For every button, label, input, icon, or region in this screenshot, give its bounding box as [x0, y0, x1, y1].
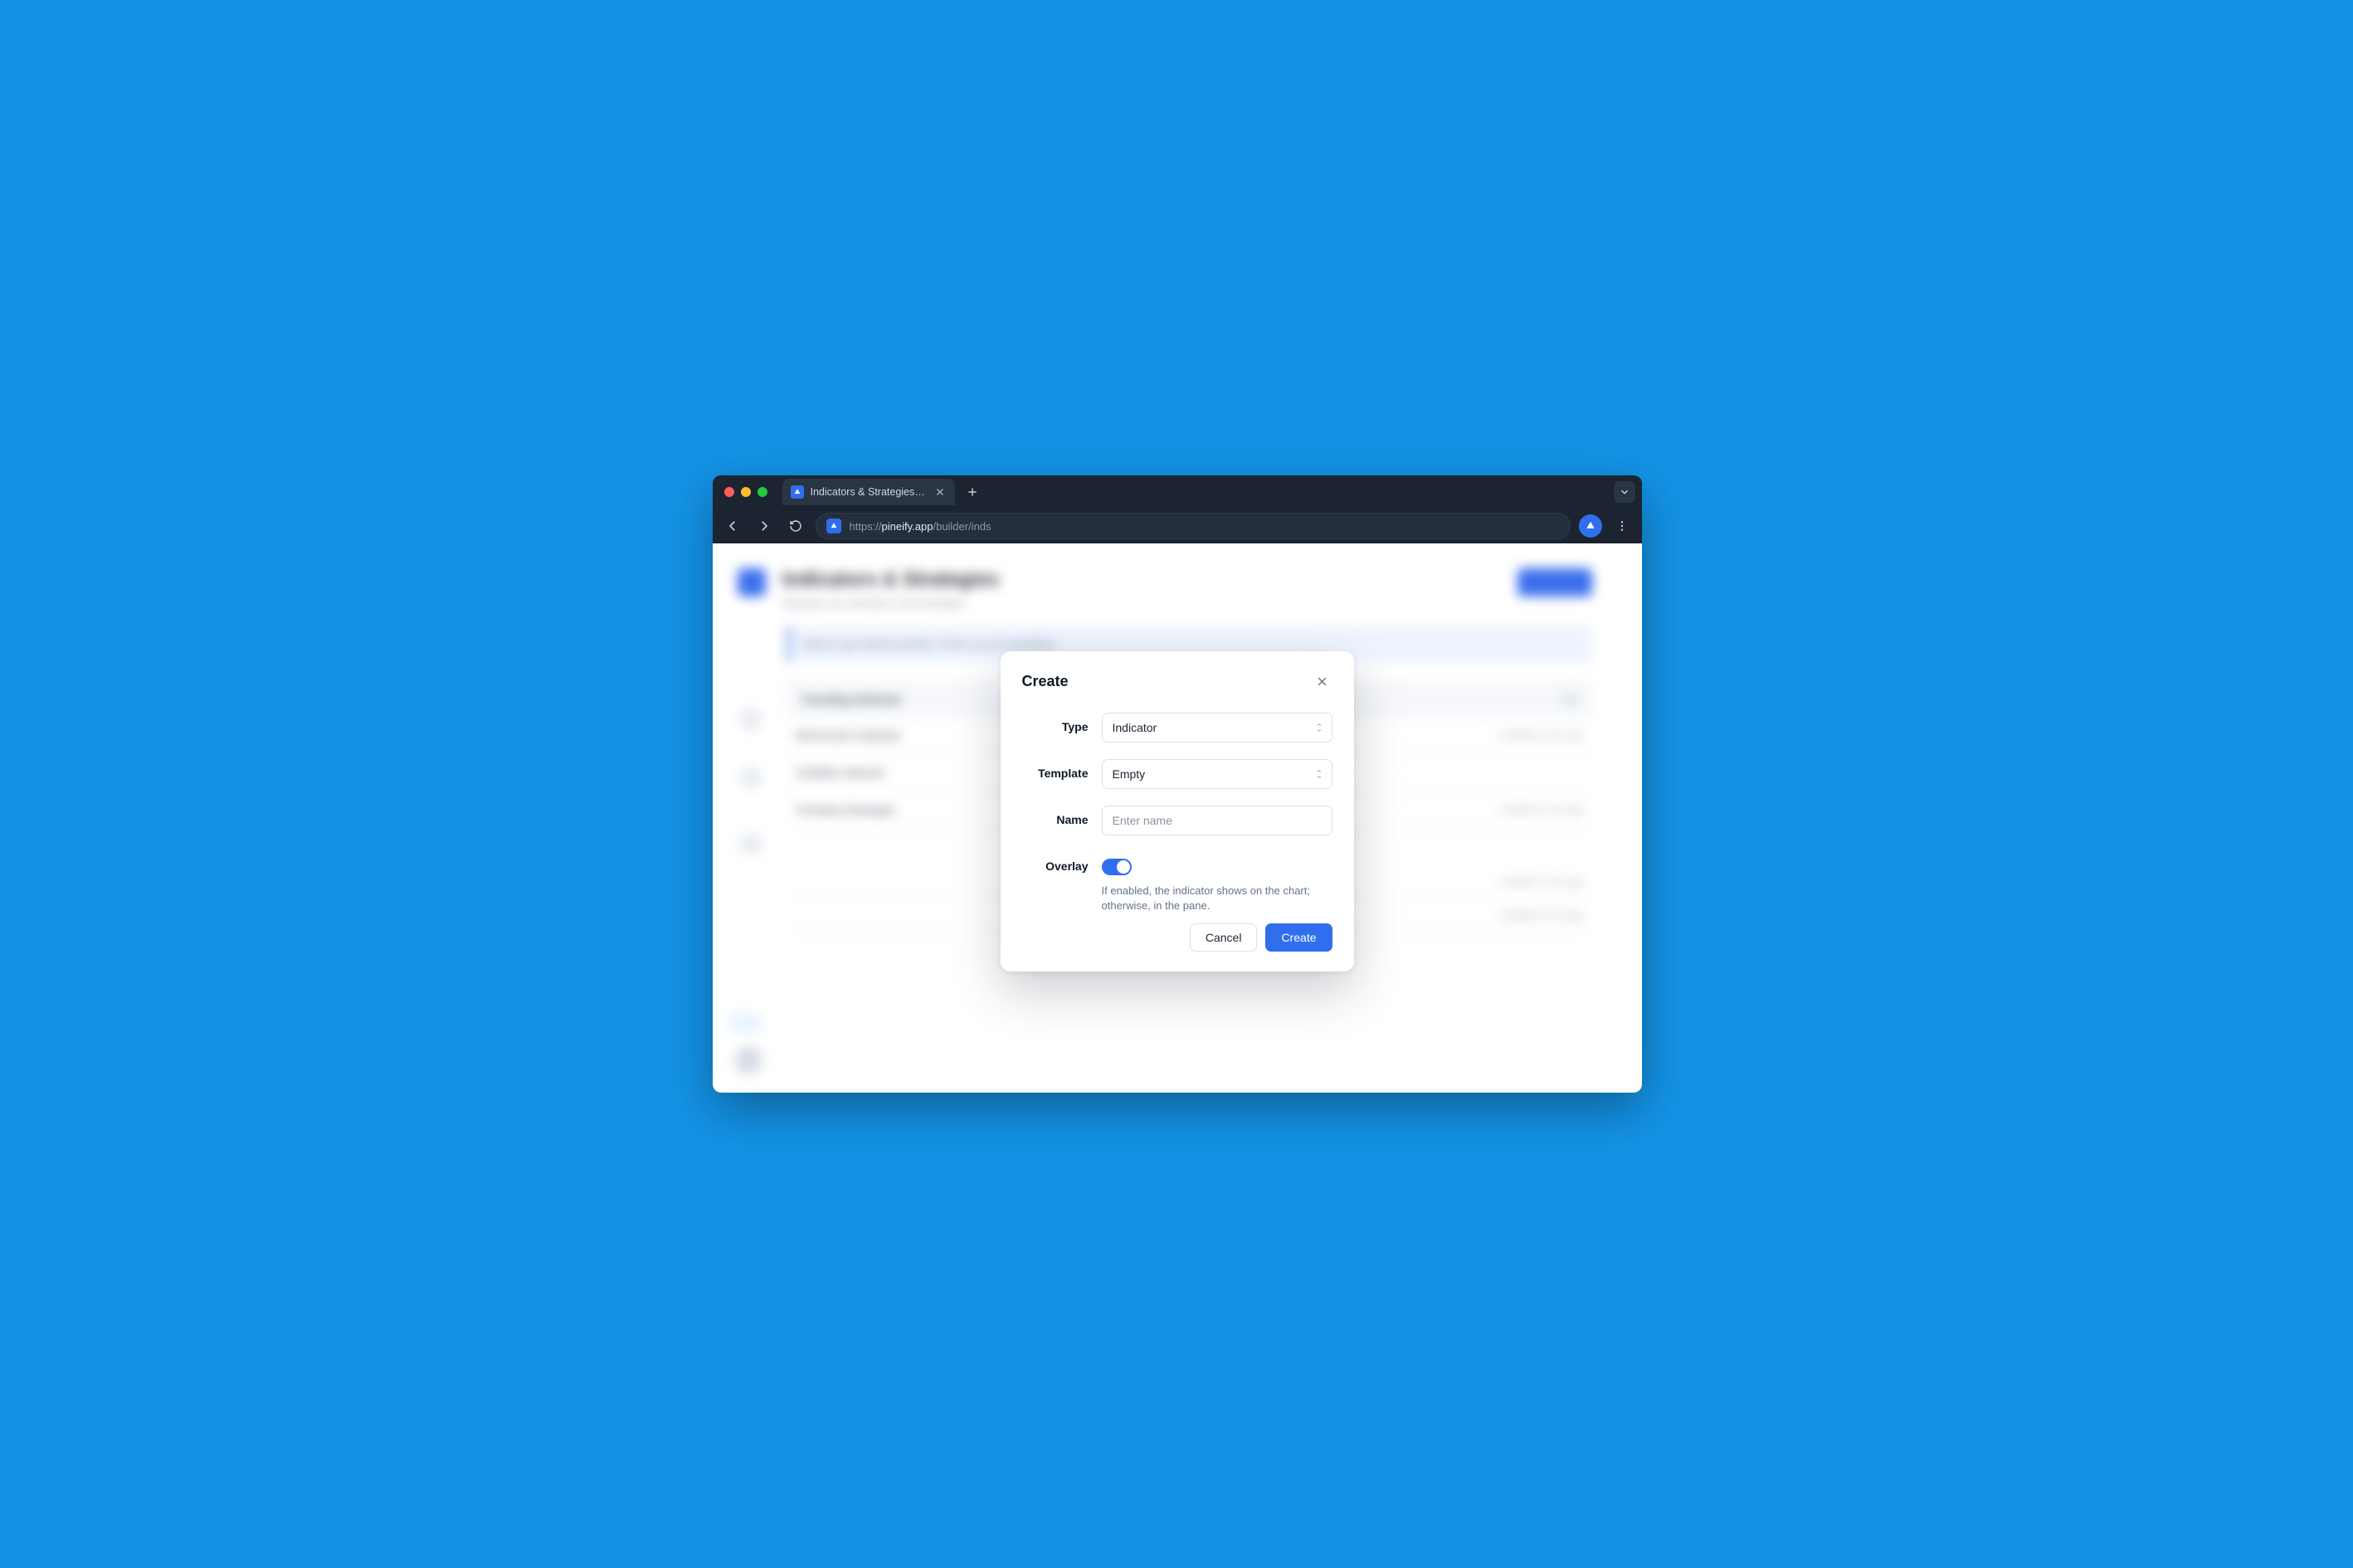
- overlay-toggle[interactable]: [1102, 859, 1132, 875]
- page-viewport: Indicators & Strategies Manage your indi…: [713, 543, 1642, 1093]
- extension-icon[interactable]: [1579, 514, 1602, 538]
- toggle-knob: [1117, 860, 1130, 874]
- user-avatar: [734, 1046, 762, 1074]
- type-select-value: Indicator: [1113, 721, 1157, 734]
- back-button[interactable]: [721, 514, 744, 538]
- overlay-help-text: If enabled, the indicator shows on the c…: [1102, 884, 1332, 913]
- forward-button[interactable]: [753, 514, 776, 538]
- page-subtitle: Manage your indicators and strategies.: [782, 597, 999, 609]
- overlay-label: Overlay: [1022, 852, 1089, 873]
- browser-menu-button[interactable]: [1610, 514, 1634, 538]
- plan-badge: [731, 1015, 761, 1031]
- name-input[interactable]: [1102, 806, 1332, 835]
- select-arrows-icon: [1315, 722, 1323, 733]
- type-label: Type: [1022, 713, 1089, 733]
- address-bar[interactable]: https://pineify.app/builder/inds: [816, 513, 1571, 539]
- type-select[interactable]: Indicator: [1102, 713, 1332, 743]
- browser-toolbar: https://pineify.app/builder/inds: [713, 509, 1642, 543]
- create-button-bg: [1518, 568, 1592, 597]
- browser-window: Indicators & Strategies | Pineify: [713, 475, 1642, 1093]
- reload-button[interactable]: [784, 514, 807, 538]
- window-close-button[interactable]: [724, 487, 734, 497]
- tab-close-button[interactable]: [933, 485, 947, 499]
- template-select-value: Empty: [1113, 767, 1146, 781]
- tab-strip: Indicators & Strategies | Pineify: [713, 475, 1642, 509]
- create-button[interactable]: Create: [1265, 923, 1332, 952]
- url-text: https://pineify.app/builder/inds: [850, 520, 991, 533]
- app-logo-icon: [738, 568, 766, 597]
- template-label: Template: [1022, 759, 1089, 780]
- cancel-button[interactable]: Cancel: [1190, 923, 1258, 952]
- site-favicon-icon: [826, 519, 841, 533]
- page-title: Indicators & Strategies: [782, 568, 999, 592]
- create-modal: Create Type Indicator: [1001, 651, 1354, 971]
- modal-title: Create: [1022, 673, 1069, 690]
- sidebar-icon: [741, 767, 761, 787]
- new-tab-button[interactable]: [962, 481, 983, 503]
- sidebar-icon: [741, 709, 761, 729]
- name-label: Name: [1022, 806, 1089, 826]
- sidebar-icon: [741, 834, 761, 854]
- select-arrows-icon: [1315, 768, 1323, 780]
- tab-title: Indicators & Strategies | Pineify: [811, 486, 927, 498]
- window-maximize-button[interactable]: [758, 487, 767, 497]
- window-minimize-button[interactable]: [741, 487, 751, 497]
- browser-tab[interactable]: Indicators & Strategies | Pineify: [782, 479, 955, 505]
- window-controls: [724, 487, 767, 497]
- tabs-overflow-button[interactable]: [1614, 481, 1635, 503]
- modal-close-button[interactable]: [1313, 671, 1332, 691]
- tab-favicon-icon: [791, 485, 804, 499]
- template-select[interactable]: Empty: [1102, 759, 1332, 789]
